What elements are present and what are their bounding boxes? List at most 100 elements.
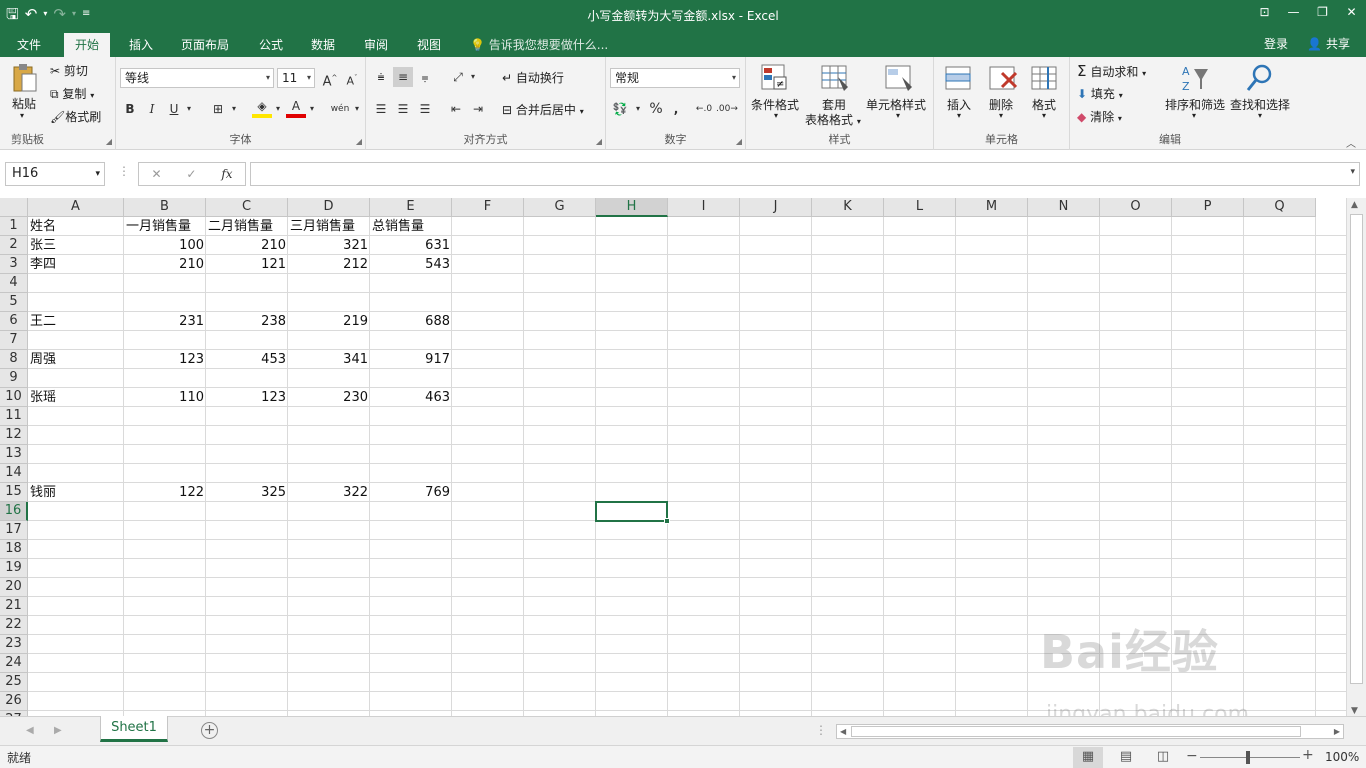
zoom-slider[interactable]: [1200, 757, 1300, 758]
delete-dropdown-icon[interactable]: ▾: [999, 111, 1003, 120]
zoom-level[interactable]: 100%: [1325, 750, 1359, 764]
cut-button[interactable]: ✂ 剪切: [50, 62, 88, 79]
decrease-indent-icon[interactable]: ⇤: [446, 99, 466, 119]
column-header-B[interactable]: B: [124, 198, 206, 217]
cell-B6[interactable]: 231: [124, 312, 206, 331]
cell-E15[interactable]: 769: [370, 483, 452, 502]
next-sheet-icon[interactable]: ▶: [54, 725, 62, 736]
align-top-icon[interactable]: ⩧: [371, 67, 391, 87]
cell-B2[interactable]: 100: [124, 236, 206, 255]
increase-indent-icon[interactable]: ⇥: [468, 99, 488, 119]
column-header-E[interactable]: E: [370, 198, 452, 217]
cell-A8[interactable]: 周强: [28, 350, 124, 369]
row-header-13[interactable]: 13: [0, 445, 28, 464]
shrink-font-button[interactable]: Aˇ: [342, 68, 362, 88]
cell-D1[interactable]: 三月销售量: [288, 217, 370, 236]
scroll-up-icon[interactable]: ▲: [1351, 200, 1358, 210]
sheet-tab-sheet1[interactable]: Sheet1: [100, 716, 168, 742]
number-format-select[interactable]: 常规 ▾: [610, 68, 740, 88]
format-painter-button[interactable]: 🖌格式刷: [50, 108, 101, 125]
row-header-14[interactable]: 14: [0, 464, 28, 483]
tab-page-layout[interactable]: 页面布局: [170, 33, 240, 57]
row-header-7[interactable]: 7: [0, 331, 28, 350]
row-header-24[interactable]: 24: [0, 654, 28, 673]
row-header-8[interactable]: 8: [0, 350, 28, 369]
align-center-icon[interactable]: ☰: [393, 99, 413, 119]
paste-icon[interactable]: [9, 63, 39, 93]
name-box[interactable]: H16 ▾: [5, 162, 105, 186]
font-color-dropdown-icon[interactable]: ▾: [302, 99, 322, 119]
cell-styles-icon[interactable]: [884, 63, 914, 93]
currency-dropdown-icon[interactable]: ▾: [628, 99, 648, 119]
cell-A2[interactable]: 张三: [28, 236, 124, 255]
grow-font-button[interactable]: A^: [320, 68, 340, 89]
insert-cells-icon[interactable]: [944, 63, 974, 93]
format-as-table-icon[interactable]: [820, 63, 850, 93]
row-header-23[interactable]: 23: [0, 635, 28, 654]
align-right-icon[interactable]: ☰: [415, 99, 435, 119]
column-header-L[interactable]: L: [884, 198, 956, 217]
magnifier-icon[interactable]: [1245, 63, 1275, 93]
conditional-dropdown-icon[interactable]: ▾: [774, 111, 778, 120]
tab-review[interactable]: 审阅: [353, 33, 399, 57]
cell-C2[interactable]: 210: [206, 236, 288, 255]
expand-formula-icon[interactable]: ▾: [1350, 167, 1355, 177]
row-header-19[interactable]: 19: [0, 559, 28, 578]
column-header-I[interactable]: I: [668, 198, 740, 217]
cell-D10[interactable]: 230: [288, 388, 370, 407]
cell-E6[interactable]: 688: [370, 312, 452, 331]
conditional-format-icon[interactable]: ≠: [760, 63, 790, 93]
phonetic-dropdown-icon[interactable]: ▾: [347, 99, 367, 119]
cell-styles-dropdown-icon[interactable]: ▾: [896, 111, 900, 120]
restore-icon[interactable]: ❐: [1308, 0, 1337, 24]
number-launcher-icon[interactable]: ◢: [736, 137, 742, 146]
column-header-G[interactable]: G: [524, 198, 596, 217]
cell-E1[interactable]: 总销售量: [370, 217, 452, 236]
align-left-icon[interactable]: ☰: [371, 99, 391, 119]
cell-C10[interactable]: 123: [206, 388, 288, 407]
delete-cells-icon[interactable]: [988, 63, 1018, 93]
find-dropdown-icon[interactable]: ▾: [1258, 111, 1262, 120]
cell-E3[interactable]: 543: [370, 255, 452, 274]
format-as-table-button[interactable]: 表格格式 ▾: [805, 111, 861, 128]
cell-C1[interactable]: 二月销售量: [206, 217, 288, 236]
prev-sheet-icon[interactable]: ◀: [26, 725, 34, 736]
cell-C3[interactable]: 121: [206, 255, 288, 274]
horizontal-scrollbar[interactable]: ◀ ▶: [836, 724, 1344, 739]
cell-D3[interactable]: 212: [288, 255, 370, 274]
underline-dropdown-icon[interactable]: ▾: [179, 99, 199, 119]
format-dropdown-icon[interactable]: ▾: [1042, 111, 1046, 120]
fill-button[interactable]: ⬇ 填充 ▾: [1077, 85, 1123, 102]
row-header-25[interactable]: 25: [0, 673, 28, 692]
row-header-4[interactable]: 4: [0, 274, 28, 293]
autosum-button[interactable]: Σ 自动求和 ▾: [1077, 62, 1146, 80]
zoom-slider-thumb[interactable]: [1246, 751, 1250, 764]
comma-button[interactable]: ,: [666, 99, 686, 119]
tab-home[interactable]: 开始: [64, 33, 111, 57]
wrap-text-button[interactable]: ↵ 自动换行: [502, 69, 564, 86]
scroll-left-icon[interactable]: ◀: [840, 725, 846, 738]
cell-C8[interactable]: 453: [206, 350, 288, 369]
cell-C6[interactable]: 238: [206, 312, 288, 331]
clipboard-launcher-icon[interactable]: ◢: [106, 137, 112, 146]
align-middle-icon[interactable]: ≡: [393, 67, 413, 87]
cell-E2[interactable]: 631: [370, 236, 452, 255]
collapse-ribbon-icon[interactable]: ︿: [1346, 135, 1356, 150]
active-cell-H16[interactable]: [595, 501, 670, 524]
row-header-16[interactable]: 16: [0, 502, 28, 521]
cell-D15[interactable]: 322: [288, 483, 370, 502]
page-layout-view-icon[interactable]: ▤: [1111, 747, 1141, 768]
font-launcher-icon[interactable]: ◢: [356, 137, 362, 146]
tab-insert[interactable]: 插入: [118, 33, 164, 57]
share-button[interactable]: 👤 共享: [1301, 33, 1356, 55]
tab-formulas[interactable]: 公式: [248, 33, 294, 57]
ribbon-options-icon[interactable]: ⊡: [1250, 0, 1279, 24]
row-header-10[interactable]: 10: [0, 388, 28, 407]
add-sheet-icon[interactable]: +: [201, 722, 218, 739]
row-header-20[interactable]: 20: [0, 578, 28, 597]
zoom-out-icon[interactable]: −: [1186, 748, 1198, 764]
font-name-select[interactable]: 等线 ▾: [120, 68, 274, 88]
column-header-H[interactable]: H: [596, 198, 668, 217]
scroll-down-icon[interactable]: ▼: [1351, 706, 1358, 716]
cell-A3[interactable]: 李四: [28, 255, 124, 274]
